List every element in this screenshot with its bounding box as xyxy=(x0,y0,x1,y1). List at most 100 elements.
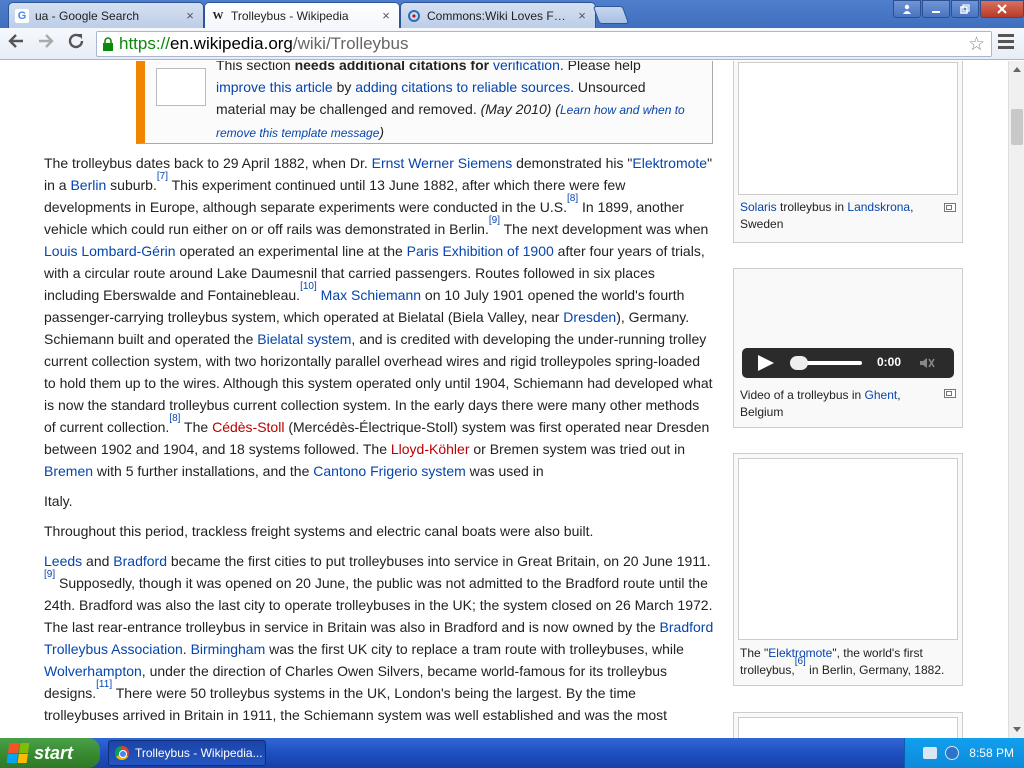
thumb-image[interactable] xyxy=(738,62,958,195)
video-player: 0:00 xyxy=(742,348,954,378)
thumb-solaris: Solaris trolleybus in Landskrona, Sweden xyxy=(733,61,963,243)
link-lombard-gerin[interactable]: Louis Lombard-Gérin xyxy=(44,243,176,259)
url-host: en.wikipedia.org xyxy=(170,34,293,53)
link-solaris[interactable]: Solaris xyxy=(740,200,777,214)
url-path: /wiki/Trolleybus xyxy=(292,34,409,53)
thumb-caption: Solaris trolleybus in Landskrona, Sweden xyxy=(740,200,914,231)
commons-icon xyxy=(407,9,421,23)
tab-strip: G ua - Google Search × W Trolleybus - Wi… xyxy=(0,0,1024,28)
thumb-image[interactable] xyxy=(738,458,958,640)
link-elektromote[interactable]: Elektromote xyxy=(632,155,707,171)
verification-link[interactable]: verification xyxy=(493,61,560,73)
link-lloyd-kohler[interactable]: Lloyd-Köhler xyxy=(391,441,470,457)
link-paris-exhibition[interactable]: Paris Exhibition of 1900 xyxy=(407,243,554,259)
chrome-icon xyxy=(115,746,129,760)
paragraph-history: The trolleybus dates back to 29 April 18… xyxy=(44,155,713,509)
link-bremen[interactable]: Bremen xyxy=(44,463,93,479)
browser-toolbar: https://en.wikipedia.org/wiki/Trolleybus… xyxy=(0,28,1024,60)
close-icon[interactable]: × xyxy=(183,9,197,23)
scroll-up-arrow-icon[interactable] xyxy=(1013,67,1021,72)
tab-commons[interactable]: Commons:Wiki Loves Folklore × xyxy=(400,2,596,28)
network-icon[interactable] xyxy=(945,746,960,760)
forward-arrow-icon xyxy=(39,34,54,48)
play-icon[interactable] xyxy=(758,355,774,371)
back-arrow-icon xyxy=(8,34,23,48)
video-time: 0:00 xyxy=(877,355,902,369)
link-ghent[interactable]: Ghent xyxy=(865,388,898,402)
google-icon: G xyxy=(15,8,29,23)
chrome-menu-icon[interactable] xyxy=(998,34,1014,52)
browser-window: G ua - Google Search × W Trolleybus - Wi… xyxy=(0,0,1024,768)
citation-needed-box: This section needs additional citations … xyxy=(136,61,713,144)
ambox-image xyxy=(156,68,206,106)
windows-logo-icon xyxy=(6,743,30,763)
link-birmingham[interactable]: Birmingham xyxy=(191,641,266,657)
adding-citations-link[interactable]: adding citations to reliable sources xyxy=(355,79,570,95)
clock[interactable]: 8:58 PM xyxy=(969,746,1014,760)
ref-9b[interactable]: [9] xyxy=(44,569,55,580)
ambox-text: This section needs additional citations … xyxy=(216,61,710,144)
start-button[interactable]: start xyxy=(0,738,100,768)
link-siemens[interactable]: Ernst Werner Siemens xyxy=(372,155,513,171)
reload-icon xyxy=(68,33,84,49)
seek-handle[interactable] xyxy=(790,356,808,370)
enlarge-icon[interactable] xyxy=(944,389,956,398)
tab-title: Trolleybus - Wikipedia xyxy=(231,8,349,23)
ref-8[interactable]: [8] xyxy=(567,193,578,204)
vertical-scrollbar[interactable] xyxy=(1008,61,1024,738)
taskbar-item-label: Trolleybus - Wikipedia... xyxy=(135,746,263,760)
window-controls xyxy=(892,0,1024,20)
wikipedia-icon: W xyxy=(212,9,224,22)
url-scheme: https:// xyxy=(119,34,171,53)
link-max-schiemann[interactable]: Max Schiemann xyxy=(321,287,421,303)
link-bielatal-system[interactable]: Bielatal system xyxy=(257,331,351,347)
improve-article-link[interactable]: improve this article xyxy=(216,79,333,95)
learn-how-link[interactable]: Learn how and when to xyxy=(560,103,685,117)
minimize-button[interactable] xyxy=(922,0,950,18)
new-tab-button[interactable] xyxy=(592,6,630,24)
address-bar[interactable]: https://en.wikipedia.org/wiki/Trolleybus xyxy=(96,31,992,57)
keyboard-icon[interactable] xyxy=(923,747,938,759)
ref-9[interactable]: [9] xyxy=(489,215,500,226)
link-wolverhampton[interactable]: Wolverhampton xyxy=(44,663,142,679)
article-body: The trolleybus dates back to 29 April 18… xyxy=(44,152,714,734)
taskbar-item-chrome[interactable]: Trolleybus - Wikipedia... xyxy=(108,740,266,766)
scroll-down-arrow-icon[interactable] xyxy=(1013,727,1021,732)
ambox-date: (May 2010) xyxy=(480,101,552,117)
link-cantono-frigerio[interactable]: Cantono Frigerio system xyxy=(313,463,466,479)
thumb-caption: Video of a trolleybus in Ghent, Belgium xyxy=(740,388,901,419)
remove-template-link[interactable]: remove this template message xyxy=(216,126,379,140)
link-landskrona[interactable]: Landskrona xyxy=(847,200,910,214)
close-icon[interactable]: × xyxy=(379,9,393,23)
thumb-image[interactable] xyxy=(738,717,958,738)
paragraph-britain: Leeds and Bradford became the first citi… xyxy=(44,553,714,723)
close-icon[interactable]: × xyxy=(575,9,589,23)
tab-trolleybus-wikipedia[interactable]: W Trolleybus - Wikipedia × xyxy=(204,2,400,28)
link-leeds[interactable]: Leeds xyxy=(44,553,82,569)
paragraph-freight: Throughout this period, trackless freigh… xyxy=(44,523,594,539)
ref-8b[interactable]: [8] xyxy=(169,413,180,424)
link-dresden[interactable]: Dresden xyxy=(563,309,616,325)
reload-button[interactable] xyxy=(64,32,88,56)
tab-google-search[interactable]: G ua - Google Search × xyxy=(8,2,204,28)
window-close-button[interactable] xyxy=(980,0,1024,18)
user-icon[interactable] xyxy=(893,0,921,18)
ref-6[interactable]: [6] xyxy=(795,656,806,667)
link-bradford[interactable]: Bradford xyxy=(113,553,167,569)
enlarge-icon[interactable] xyxy=(944,203,956,212)
bookmark-star-icon[interactable]: ☆ xyxy=(968,33,985,56)
scroll-thumb[interactable] xyxy=(1011,109,1023,145)
link-berlin[interactable]: Berlin xyxy=(70,177,106,193)
restore-button[interactable] xyxy=(951,0,979,18)
tab-title: ua - Google Search xyxy=(35,8,140,23)
ref-10[interactable]: [10] xyxy=(300,281,317,292)
page-content: This section needs additional citations … xyxy=(0,61,1008,738)
forward-button[interactable] xyxy=(34,32,58,56)
mute-icon[interactable] xyxy=(918,354,936,372)
ref-11[interactable]: [11] xyxy=(96,679,112,690)
ref-7[interactable]: [7] xyxy=(157,171,168,182)
lock-icon xyxy=(103,37,113,51)
system-tray: 8:58 PM xyxy=(904,738,1024,768)
back-button[interactable] xyxy=(4,32,28,56)
link-cedes-stoll[interactable]: Cédès-Stoll xyxy=(212,419,284,435)
